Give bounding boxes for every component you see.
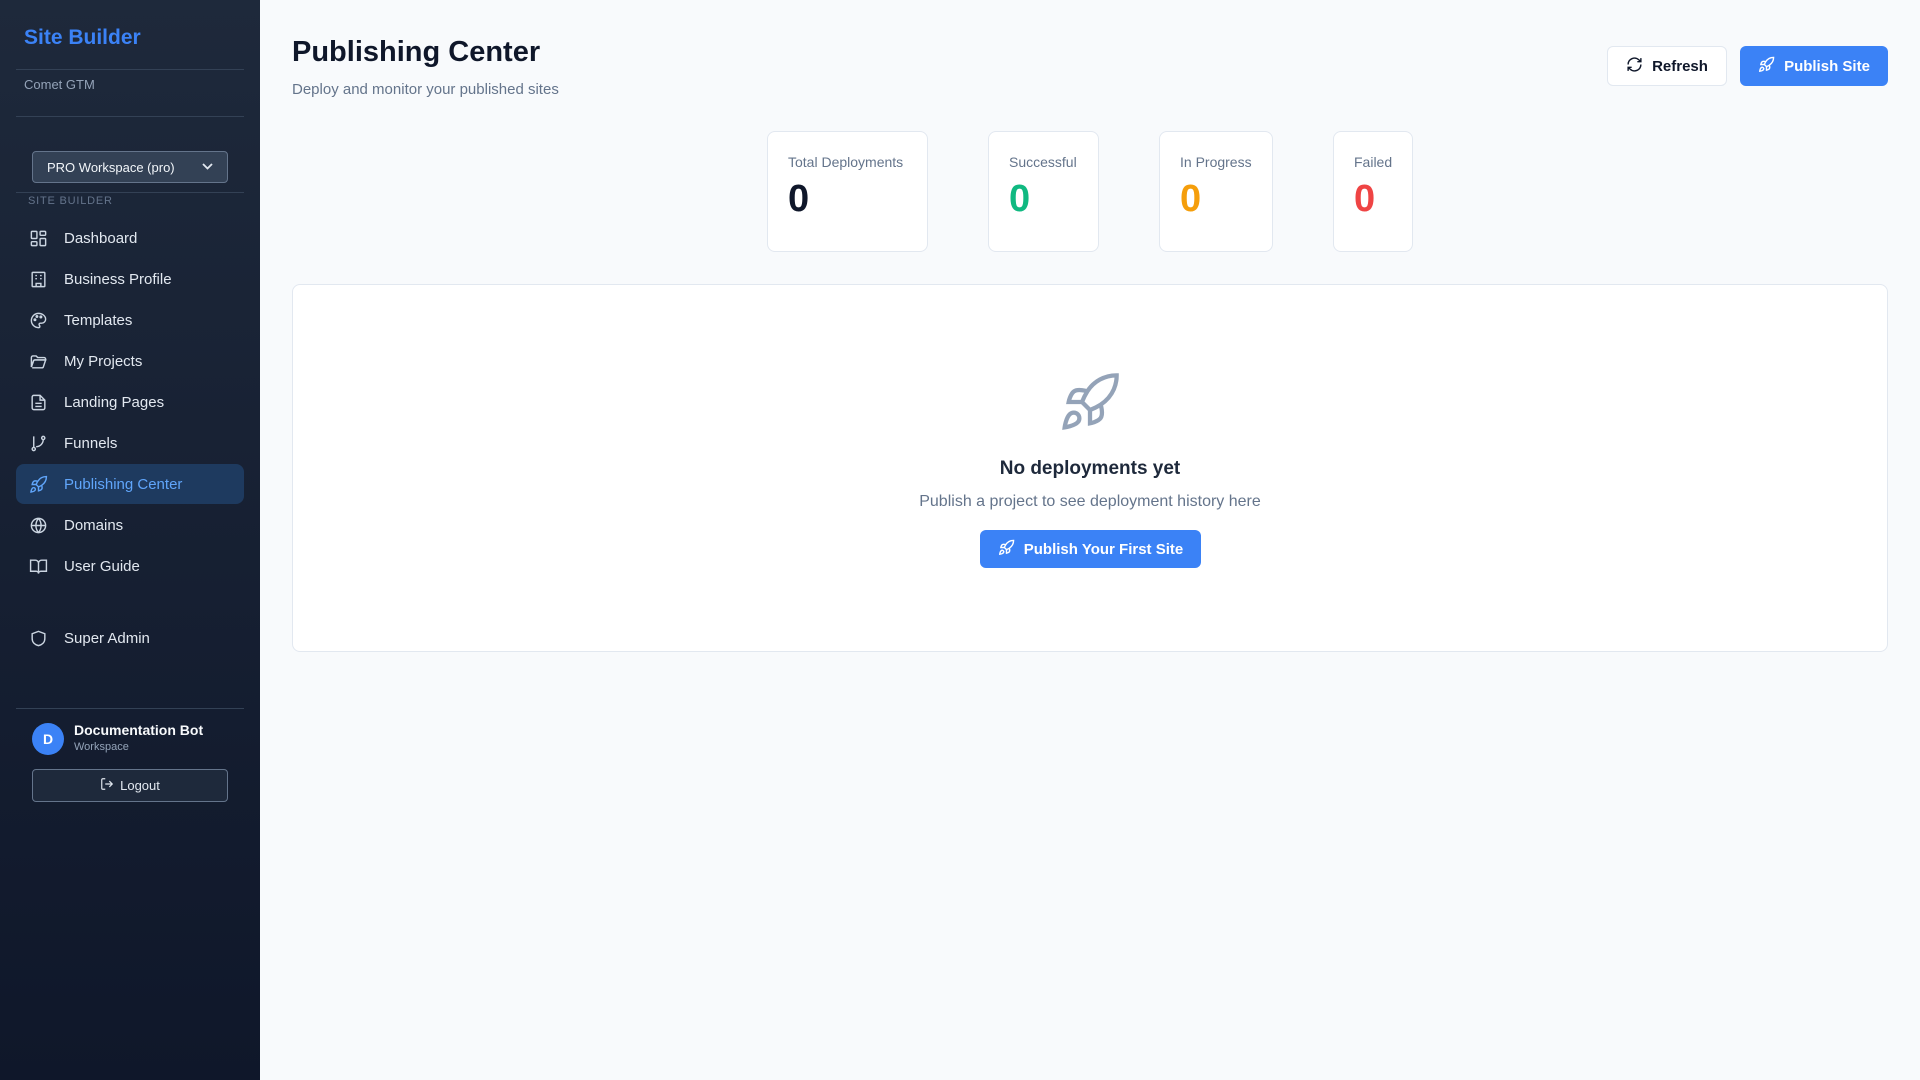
divider — [16, 192, 244, 193]
stat-label: In Progress — [1180, 154, 1252, 170]
sidebar-item-super-admin[interactable]: Super Admin — [16, 618, 244, 658]
git-branch-icon — [28, 433, 48, 453]
deployments-empty-state: No deployments yet Publish a project to … — [292, 284, 1888, 652]
publish-site-button[interactable]: Publish Site — [1740, 46, 1888, 86]
stat-card-failed: Failed 0 — [1333, 131, 1413, 252]
stat-value: 0 — [1009, 178, 1031, 220]
sidebar-item-label: Funnels — [64, 434, 118, 452]
page-title: Publishing Center — [292, 36, 541, 68]
file-icon — [28, 392, 48, 412]
sidebar-item-label: User Guide — [64, 557, 140, 575]
folder-icon — [28, 351, 48, 371]
sidebar: Site Builder Comet GTM PRO Workspace (pr… — [0, 0, 260, 1080]
workspace-select-value: PRO Workspace (pro) — [47, 159, 175, 175]
sidebar-item-label: Domains — [64, 516, 124, 534]
user-name: Documentation Bot — [74, 722, 204, 738]
logout-icon — [100, 777, 114, 794]
sidebar-item-user-guide[interactable]: User Guide — [16, 546, 244, 586]
stat-card-in-progress: In Progress 0 — [1159, 131, 1273, 252]
refresh-button[interactable]: Refresh — [1607, 46, 1727, 86]
avatar[interactable]: D — [32, 723, 64, 755]
sidebar-item-label: Super Admin — [64, 629, 150, 647]
sidebar-item-label: Publishing Center — [64, 475, 183, 493]
empty-state-subtitle: Publish a project to see deployment hist… — [919, 493, 1261, 510]
publish-first-site-button[interactable]: Publish Your First Site — [980, 530, 1201, 568]
rocket-icon — [1758, 56, 1775, 77]
user-role: Workspace — [74, 741, 129, 753]
stat-value: 0 — [1180, 178, 1202, 220]
workspace-select[interactable]: PRO Workspace (pro) — [32, 151, 228, 183]
logout-label: Logout — [120, 778, 160, 793]
dashboard-icon — [28, 228, 48, 248]
stat-label: Successful — [1009, 154, 1077, 170]
divider — [16, 708, 244, 709]
palette-icon — [28, 310, 48, 330]
sidebar-item-templates[interactable]: Templates — [16, 300, 244, 340]
refresh-icon — [1626, 56, 1643, 77]
brand-title[interactable]: Site Builder — [24, 26, 141, 50]
sidebar-item-business-profile[interactable]: Business Profile — [16, 259, 244, 299]
stat-label: Total Deployments — [788, 154, 904, 170]
sidebar-item-funnels[interactable]: Funnels — [16, 423, 244, 463]
sidebar-nav: Dashboard Business Profile Templates My … — [16, 218, 244, 659]
stat-value: 0 — [1354, 178, 1376, 220]
divider — [16, 69, 244, 70]
rocket-icon — [998, 539, 1015, 560]
stat-value: 0 — [788, 178, 810, 220]
page-subtitle: Deploy and monitor your published sites — [292, 81, 559, 98]
sidebar-item-label: My Projects — [64, 352, 143, 370]
organization-name: Comet GTM — [24, 77, 95, 92]
sidebar-item-label: Templates — [64, 311, 133, 329]
logout-button[interactable]: Logout — [32, 769, 228, 802]
globe-icon — [28, 515, 48, 535]
rocket-icon — [1058, 370, 1122, 434]
sidebar-item-label: Landing Pages — [64, 393, 165, 411]
sidebar-item-label: Business Profile — [64, 270, 172, 288]
sidebar-item-my-projects[interactable]: My Projects — [16, 341, 244, 381]
chevron-down-icon — [202, 162, 213, 173]
publish-site-label: Publish Site — [1784, 57, 1870, 75]
nav-section-label: SITE BUILDER — [28, 195, 113, 207]
stat-card-total-deployments: Total Deployments 0 — [767, 131, 928, 252]
stat-label: Failed — [1354, 154, 1393, 170]
book-icon — [28, 556, 48, 576]
publish-first-site-label: Publish Your First Site — [1023, 540, 1184, 558]
rocket-icon — [28, 474, 48, 494]
sidebar-item-label: Dashboard — [64, 229, 138, 247]
sidebar-item-domains[interactable]: Domains — [16, 505, 244, 545]
sidebar-item-landing-pages[interactable]: Landing Pages — [16, 382, 244, 422]
stat-card-successful: Successful 0 — [988, 131, 1099, 252]
empty-state-title: No deployments yet — [999, 458, 1181, 479]
shield-icon — [28, 628, 48, 648]
refresh-label: Refresh — [1652, 57, 1708, 75]
building-icon — [28, 269, 48, 289]
divider — [16, 116, 244, 117]
sidebar-item-publishing-center[interactable]: Publishing Center — [16, 464, 244, 504]
sidebar-item-dashboard[interactable]: Dashboard — [16, 218, 244, 258]
